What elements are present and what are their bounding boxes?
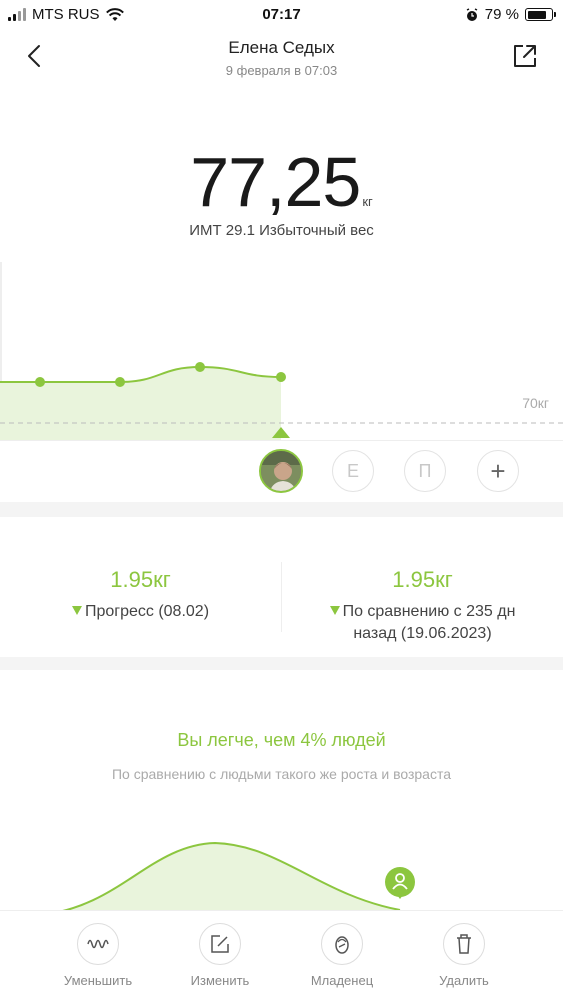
status-right: 79 % [465,6,556,23]
page-title: Елена Седых [228,38,335,57]
progress-label-text: Прогресс (08.02) [84,603,210,620]
section-divider [0,502,563,517]
weight-chart[interactable]: 70кг [0,262,563,440]
comparison-value: 1.95кг [392,567,453,592]
edit-button[interactable]: Изменить [170,923,270,988]
reduce-button[interactable]: Уменьшить [48,923,148,988]
user-switcher: Е П + [0,440,563,502]
delete-label: Удалить [439,973,489,988]
wave-icon [77,923,119,965]
add-user-button[interactable]: + [477,450,519,492]
delete-button[interactable]: Удалить [414,923,514,988]
progress-right: 1.95кг По сравнению с 235 дн назад (19.06… [282,517,563,657]
bottom-toolbar: Уменьшить Изменить Младенец Удалить [0,910,563,1000]
weight-unit: кг [362,194,373,209]
nav-header: Елена Седых 9 февраля в 07:03 [0,30,563,90]
progress-label: Прогресс (08.02) [0,601,281,623]
weight-number: 77,25 [190,143,361,221]
status-bar: MTS RUS 07:17 79 % [0,0,563,30]
measurement-date: 9 февраля в 07:03 [225,63,338,78]
comparison-label-line2: назад (19.06.2023) [353,625,492,642]
baby-icon [321,923,363,965]
bmi-text: ИМТ 29.1 Избыточный вес [189,222,374,239]
user-p-button[interactable]: П [404,450,446,492]
share-external-icon [514,45,536,67]
baby-button[interactable]: Младенец [292,923,392,988]
chart-data-point[interactable] [115,377,125,387]
comparison-title: Вы легче, чем 4% людей [177,730,386,750]
reduce-label: Уменьшить [63,973,133,988]
comparison-subtitle: По сравнению с людьми такого же роста и … [111,766,452,782]
battery-icon [525,8,556,21]
edit-label: Изменить [190,973,250,988]
trash-icon [443,923,485,965]
chart-data-point[interactable] [195,362,205,372]
section-divider [0,657,563,670]
chart-data-point[interactable] [276,372,286,382]
distribution-chart [0,835,563,916]
decrease-arrow-icon [329,606,340,615]
progress-value: 1.95кг [110,567,171,592]
progress-left: 1.95кг Прогресс (08.02) [0,517,281,657]
weight-value: 77,25 кг [0,142,563,222]
distribution-svg [39,841,415,916]
weight-chart-svg [0,262,563,440]
edit-icon [199,923,241,965]
chart-data-point[interactable] [35,377,45,387]
progress-section: 1.95кг Прогресс (08.02) 1.95кг По сравне… [0,517,563,657]
distribution-area [40,843,400,915]
battery-percent: 79 % [484,6,519,23]
comparison-label-line1: По сравнению с 235 дн [342,603,516,620]
user-pin-icon [385,867,415,899]
decrease-arrow-icon [71,606,82,615]
baby-label: Младенец [310,973,374,988]
user-e-button[interactable]: Е [332,450,374,492]
alarm-icon [466,7,478,21]
user-photo-icon [261,451,301,491]
reference-label: 70кг [522,395,549,411]
comparison-label: По сравнению с 235 дн назад (19.06.2023) [282,601,563,645]
share-button[interactable] [509,40,541,72]
avatar[interactable] [259,449,303,493]
